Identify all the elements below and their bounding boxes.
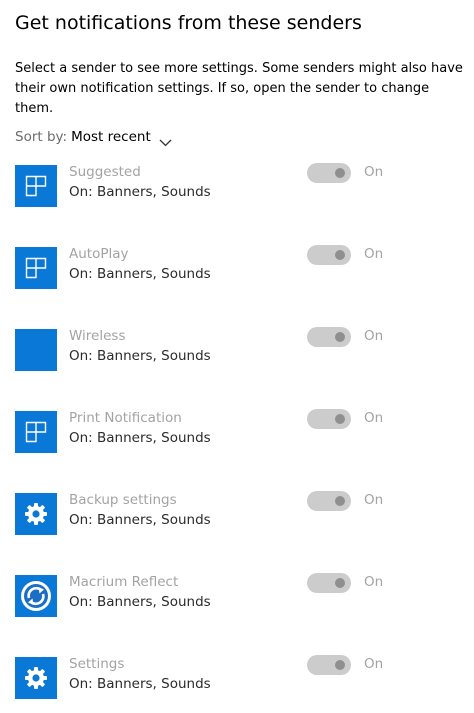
toggle-state-label: On [364, 246, 384, 262]
sender-name: Backup settings [69, 492, 177, 508]
notification-toggle[interactable] [307, 573, 351, 593]
notification-toggle[interactable] [307, 327, 351, 347]
toggle-knob [335, 496, 345, 506]
sender-status: On: Banners, Sounds [69, 266, 211, 282]
toggle-state-label: On [364, 574, 384, 590]
toggle-state-label: On [364, 656, 384, 672]
toggle-knob [335, 578, 345, 588]
notification-toggle[interactable] [307, 163, 351, 183]
tiles-icon [15, 247, 57, 289]
sort-by-value: Most recent [71, 129, 151, 145]
sender-name: Print Notification [69, 410, 182, 426]
toggle-knob [335, 250, 345, 260]
notification-toggle[interactable] [307, 245, 351, 265]
macrium-reflect-icon [15, 575, 57, 617]
sort-by-dropdown[interactable]: Sort by: Most recent [15, 127, 172, 147]
toggle-knob [335, 168, 345, 178]
sender-name: Wireless [69, 328, 126, 344]
sort-by-label: Sort by: [15, 129, 68, 145]
sender-status: On: Banners, Sounds [69, 348, 211, 364]
toggle-state-label: On [364, 164, 384, 180]
sender-print-notification[interactable]: Print Notification On: Banners, Sounds O… [15, 409, 460, 455]
sender-status: On: Banners, Sounds [69, 512, 211, 528]
sender-status: On: Banners, Sounds [69, 676, 211, 692]
toggle-knob [335, 414, 345, 424]
sender-wireless[interactable]: Wireless On: Banners, Sounds On [15, 327, 460, 373]
sender-status: On: Banners, Sounds [69, 184, 211, 200]
gear-icon [15, 493, 57, 535]
sender-name: Suggested [69, 164, 141, 180]
sender-autoplay[interactable]: AutoPlay On: Banners, Sounds On [15, 245, 460, 291]
blank-tile-icon [15, 329, 57, 371]
gear-icon [15, 657, 57, 699]
sender-suggested[interactable]: Suggested On: Banners, Sounds On [15, 163, 460, 209]
tiles-icon [15, 165, 57, 207]
notification-toggle[interactable] [307, 655, 351, 675]
toggle-knob [335, 332, 345, 342]
page-heading: Get notifications from these senders [15, 12, 362, 34]
sender-status: On: Banners, Sounds [69, 430, 211, 446]
chevron-down-icon [159, 133, 172, 147]
toggle-knob [335, 660, 345, 670]
sender-name: AutoPlay [69, 246, 129, 262]
notification-toggle[interactable] [307, 409, 351, 429]
sender-name: Settings [69, 656, 125, 672]
toggle-state-label: On [364, 492, 384, 508]
tiles-icon [15, 411, 57, 453]
sender-backup-settings[interactable]: Backup settings On: Banners, Sounds On [15, 491, 460, 537]
toggle-state-label: On [364, 410, 384, 426]
sender-name: Macrium Reflect [69, 574, 179, 590]
toggle-state-label: On [364, 328, 384, 344]
sender-macrium-reflect[interactable]: Macrium Reflect On: Banners, Sounds On [15, 573, 460, 619]
notification-toggle[interactable] [307, 491, 351, 511]
description-text: Select a sender to see more settings. So… [15, 61, 463, 116]
sender-settings[interactable]: Settings On: Banners, Sounds On [15, 655, 460, 701]
sender-status: On: Banners, Sounds [69, 594, 211, 610]
